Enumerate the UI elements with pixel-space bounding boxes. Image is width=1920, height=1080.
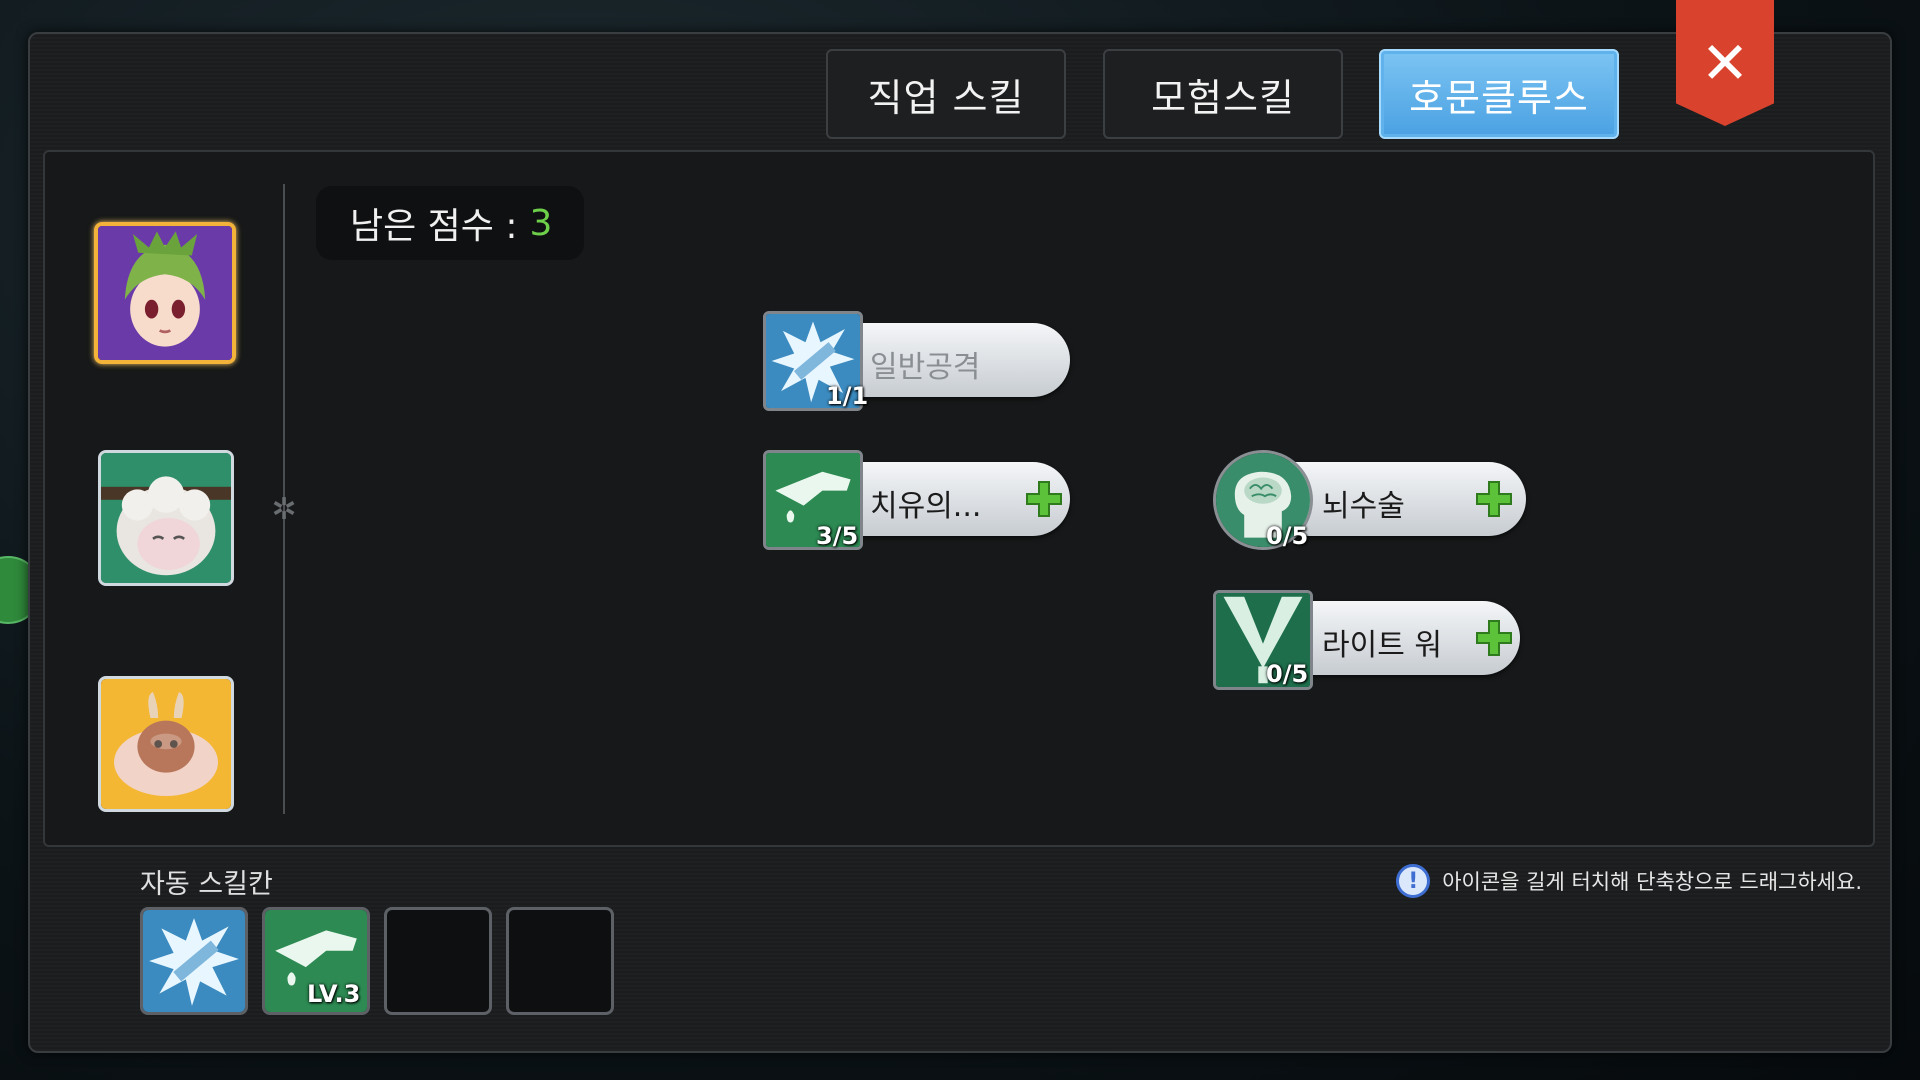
skill-brain-surgery-name: 뇌수술 xyxy=(1322,489,1405,524)
tab-adventure-skill[interactable]: 모험스킬 xyxy=(1103,49,1343,139)
close-icon: ✕ xyxy=(1700,29,1750,97)
add-skill-brain-surgery-button[interactable] xyxy=(1474,479,1514,519)
auto-skill-slot-2-badge: LV.3 xyxy=(307,980,361,1008)
info-icon: ! xyxy=(1396,864,1431,898)
skill-basic-attack-name: 일반공격 xyxy=(870,350,981,385)
drag-hint-text: 아이콘을 길게 터치해 단축창으로 드래그하세요. xyxy=(1442,870,1862,894)
skill-basic-attack-level: 1/1 xyxy=(826,382,869,410)
auto-skill-slot-2[interactable]: LV.3 xyxy=(262,907,370,1015)
homunculus-portrait-sheep[interactable] xyxy=(98,450,234,586)
skill-brain-surgery-level: 0/5 xyxy=(1266,522,1309,550)
skill-light-war-name: 라이트 워 xyxy=(1322,628,1442,663)
auto-skill-slot-3[interactable] xyxy=(384,907,492,1015)
skill-light-war-level: 0/5 xyxy=(1266,660,1309,688)
homunculus-portrait-girl[interactable] xyxy=(94,222,236,364)
tab-homunculus[interactable]: 호문클루스 xyxy=(1379,49,1619,139)
remaining-points-value: 3 xyxy=(529,202,553,244)
homunculus-portrait-slime[interactable] xyxy=(98,676,234,812)
green-haired-girl-icon xyxy=(98,226,232,360)
sheep-icon xyxy=(101,453,231,583)
tab-job-skill[interactable]: 직업 스킬 xyxy=(826,49,1066,139)
skill-healing-name: 치유의... xyxy=(870,489,982,524)
sword-slash-icon xyxy=(143,910,245,1012)
auto-skill-slot-1[interactable] xyxy=(140,907,248,1015)
drag-hint: ! 아이콘을 길게 터치해 단축창으로 드래그하세요. xyxy=(1396,864,1862,898)
close-button[interactable]: ✕ xyxy=(1676,0,1774,126)
auto-skill-label: 자동 스킬칸 xyxy=(140,869,273,900)
auto-skill-slot-4[interactable] xyxy=(506,907,614,1015)
remaining-points-label: 남은 점수 : xyxy=(350,206,518,247)
slime-icon xyxy=(101,679,231,809)
skill-healing-level: 3/5 xyxy=(816,522,859,550)
add-skill-light-war-button[interactable] xyxy=(1474,618,1514,658)
divider-ornament-icon: ✲ xyxy=(271,492,297,527)
add-skill-healing-button[interactable] xyxy=(1024,479,1064,519)
remaining-points: 남은 점수 : 3 xyxy=(316,186,584,260)
